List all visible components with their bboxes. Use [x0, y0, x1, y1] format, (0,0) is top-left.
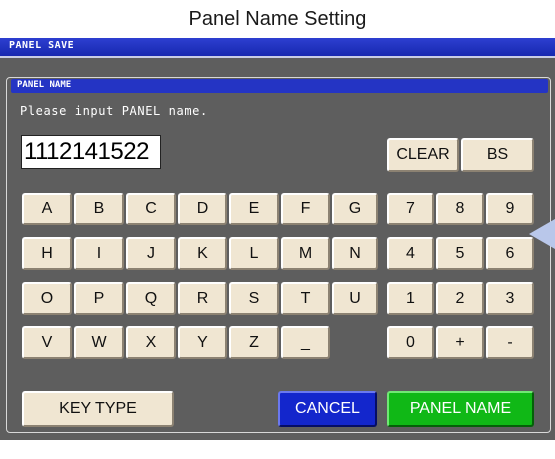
key-8[interactable]: 8 — [436, 193, 484, 225]
key-l[interactable]: L — [229, 237, 279, 270]
key-v[interactable]: V — [22, 326, 72, 359]
top-title-bar: PANEL SAVE — [0, 38, 555, 58]
key-c[interactable]: C — [126, 193, 176, 225]
key-p[interactable]: P — [74, 282, 124, 315]
key-o[interactable]: O — [22, 282, 72, 315]
key-n[interactable]: N — [332, 237, 378, 270]
key-0[interactable]: 0 — [387, 326, 434, 359]
key-u[interactable]: U — [332, 282, 378, 315]
key-k[interactable]: K — [178, 237, 227, 270]
key-type-button[interactable]: KEY TYPE — [22, 391, 174, 427]
input-prompt: Please input PANEL name. — [20, 104, 208, 118]
key-t[interactable]: T — [281, 282, 330, 315]
key-e[interactable]: E — [229, 193, 279, 225]
key-y[interactable]: Y — [178, 326, 227, 359]
dialog-title-bar: PANEL NAME — [11, 79, 548, 93]
panel-name-confirm-button[interactable]: PANEL NAME — [387, 391, 534, 427]
key-h[interactable]: H — [22, 237, 72, 270]
key-5[interactable]: 5 — [436, 237, 484, 270]
key-d[interactable]: D — [178, 193, 227, 225]
key-r[interactable]: R — [178, 282, 227, 315]
key-j[interactable]: J — [126, 237, 176, 270]
key-3[interactable]: 3 — [486, 282, 534, 315]
key-q[interactable]: Q — [126, 282, 176, 315]
key-2[interactable]: 2 — [436, 282, 484, 315]
key-m[interactable]: M — [281, 237, 330, 270]
key-z[interactable]: Z — [229, 326, 279, 359]
key-s[interactable]: S — [229, 282, 279, 315]
key-9[interactable]: 9 — [486, 193, 534, 225]
key-6[interactable]: 6 — [486, 237, 534, 270]
key-f[interactable]: F — [281, 193, 330, 225]
callout-arrow-icon — [529, 219, 555, 249]
key-w[interactable]: W — [74, 326, 124, 359]
key-minus[interactable]: - — [486, 326, 534, 359]
figure-caption: Panel Name Setting — [188, 7, 367, 30]
key-x[interactable]: X — [126, 326, 176, 359]
device-screen: PANEL SAVE PANEL NAME Please input PANEL… — [0, 38, 555, 440]
key-plus[interactable]: + — [436, 326, 484, 359]
panel-name-input[interactable]: 1112141522 — [21, 135, 161, 169]
key-underscore[interactable]: _ — [281, 326, 330, 359]
key-a[interactable]: A — [22, 193, 72, 225]
top-title-text: PANEL SAVE — [9, 40, 75, 51]
dialog-title-text: PANEL NAME — [17, 80, 72, 90]
clear-button[interactable]: CLEAR — [387, 138, 459, 172]
cancel-button[interactable]: CANCEL — [278, 391, 377, 427]
key-1[interactable]: 1 — [387, 282, 434, 315]
backspace-button[interactable]: BS — [461, 138, 534, 172]
key-i[interactable]: I — [74, 237, 124, 270]
key-7[interactable]: 7 — [387, 193, 434, 225]
key-4[interactable]: 4 — [387, 237, 434, 270]
key-b[interactable]: B — [74, 193, 124, 225]
key-g[interactable]: G — [332, 193, 378, 225]
